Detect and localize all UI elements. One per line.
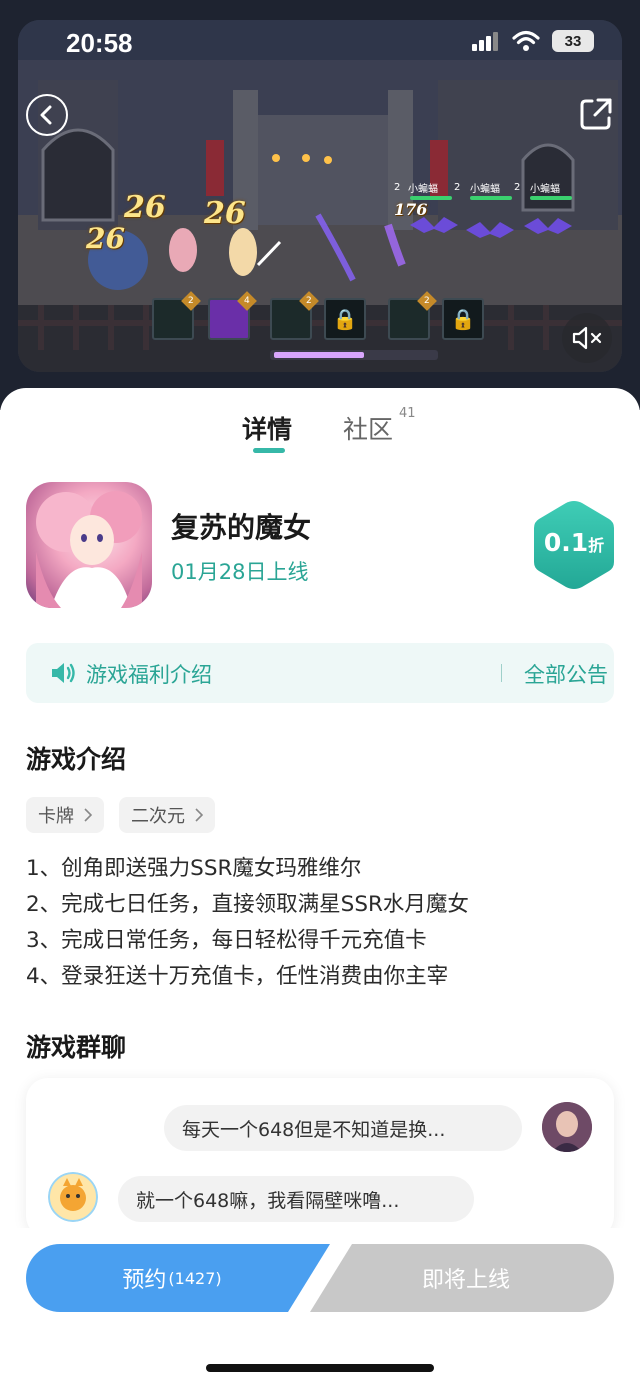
game-app-icon (26, 482, 152, 608)
reserve-count: (1427) (168, 1268, 222, 1288)
tag-label: 二次元 (131, 806, 185, 827)
discount-badge: 0.1折 (532, 498, 616, 592)
enemy-name: 小蝙蝠 (408, 184, 438, 195)
discount-unit: 折 (588, 536, 605, 555)
enemy-hp-bar (530, 196, 572, 200)
damage-number: 26 (124, 190, 166, 225)
system-icons: 33 (472, 30, 594, 52)
divider (501, 664, 502, 682)
avatar (48, 1172, 98, 1222)
coming-soon-label: 即将上线 (421, 1268, 510, 1293)
enemy-level: 2 (454, 182, 461, 193)
status-time: 20:58 (66, 28, 133, 58)
chevron-right-icon (84, 808, 92, 822)
tab-community[interactable]: 社区 (343, 410, 393, 446)
speaker-muted-icon (572, 326, 602, 350)
chevron-left-icon (40, 105, 52, 125)
back-button[interactable] (26, 94, 68, 136)
game-title: 复苏的魔女 (171, 511, 312, 544)
share-button[interactable] (578, 96, 614, 132)
enemy-level: 2 (514, 182, 521, 193)
intro-line: 1、创角即送强力SSR魔女玛雅维尔 (26, 856, 362, 881)
signal-icon (472, 32, 498, 51)
launch-date: 01月28日上线 (171, 560, 309, 584)
action-bar: 预约 (1427) 即将上线 (0, 1228, 640, 1385)
video-player[interactable]: 26 26 26 176 2 小蝙蝠 2 小蝙蝠 2 小蝙蝠 2 4 2 🔒 2… (0, 0, 640, 410)
wifi-icon (512, 30, 540, 51)
community-count-badge: 41 (399, 406, 416, 421)
intro-line: 2、完成七日任务，直接领取满星SSR水月魔女 (26, 892, 469, 917)
intro-section-title: 游戏介绍 (26, 745, 127, 774)
tab-bar: 详情 社区 41 (0, 406, 640, 466)
active-tab-indicator (253, 448, 285, 453)
chat-bubble: 每天一个648但是不知道是换... (164, 1105, 522, 1151)
damage-number: 176 (394, 200, 428, 219)
intro-line: 3、完成日常任务，每日轻松得千元充值卡 (26, 928, 427, 953)
share-icon (580, 98, 612, 130)
detail-sheet: 详情 社区 41 复苏的魔女 01月28日上线 0.1折 游戏福利介绍 全部公告… (0, 388, 640, 1385)
home-indicator (206, 1364, 434, 1372)
locked-slot-lock-icon: 🔒 (324, 298, 366, 340)
discount-value: 0.1 (543, 528, 589, 557)
reserve-label-text: 预约 (122, 1268, 167, 1293)
tag-card[interactable]: 卡牌 (26, 797, 104, 833)
status-bar: 20:58 33 (0, 0, 640, 86)
all-announcements-link[interactable]: 全部公告 (524, 659, 608, 689)
damage-number: 26 (86, 222, 125, 255)
intro-line: 4、登录狂送十万充值卡，任性消费由你主宰 (26, 964, 449, 989)
tab-detail[interactable]: 详情 (242, 410, 292, 446)
tag-label: 卡牌 (38, 806, 74, 827)
enemy-hp-bar (470, 196, 512, 200)
avatar (542, 1102, 592, 1152)
chevron-right-icon (195, 808, 203, 822)
enemy-hp-bar (410, 196, 452, 200)
group-chat-card[interactable]: 每天一个648但是不知道是换... 就一个648嘛，我看隔壁咪噜... (26, 1078, 614, 1238)
mute-toggle-button[interactable] (562, 313, 612, 363)
tag-anime[interactable]: 二次元 (119, 797, 215, 833)
enemy-name: 小蝙蝠 (470, 184, 500, 195)
battery-icon: 33 (552, 30, 594, 52)
enemy-name: 小蝙蝠 (530, 184, 560, 195)
locked-slot-lock-icon: 🔒 (442, 298, 484, 340)
group-chat-section-title: 游戏群聊 (26, 1033, 127, 1062)
damage-number: 26 (204, 196, 246, 231)
announcement-bar[interactable]: 游戏福利介绍 全部公告 (26, 643, 614, 703)
welfare-intro-link[interactable]: 游戏福利介绍 (86, 659, 212, 689)
chat-bubble: 就一个648嘛，我看隔壁咪噜... (118, 1176, 474, 1222)
reserve-button-label[interactable]: 预约 (1427) (26, 1244, 318, 1312)
enemy-level: 2 (394, 182, 401, 193)
speaker-icon (52, 663, 75, 683)
